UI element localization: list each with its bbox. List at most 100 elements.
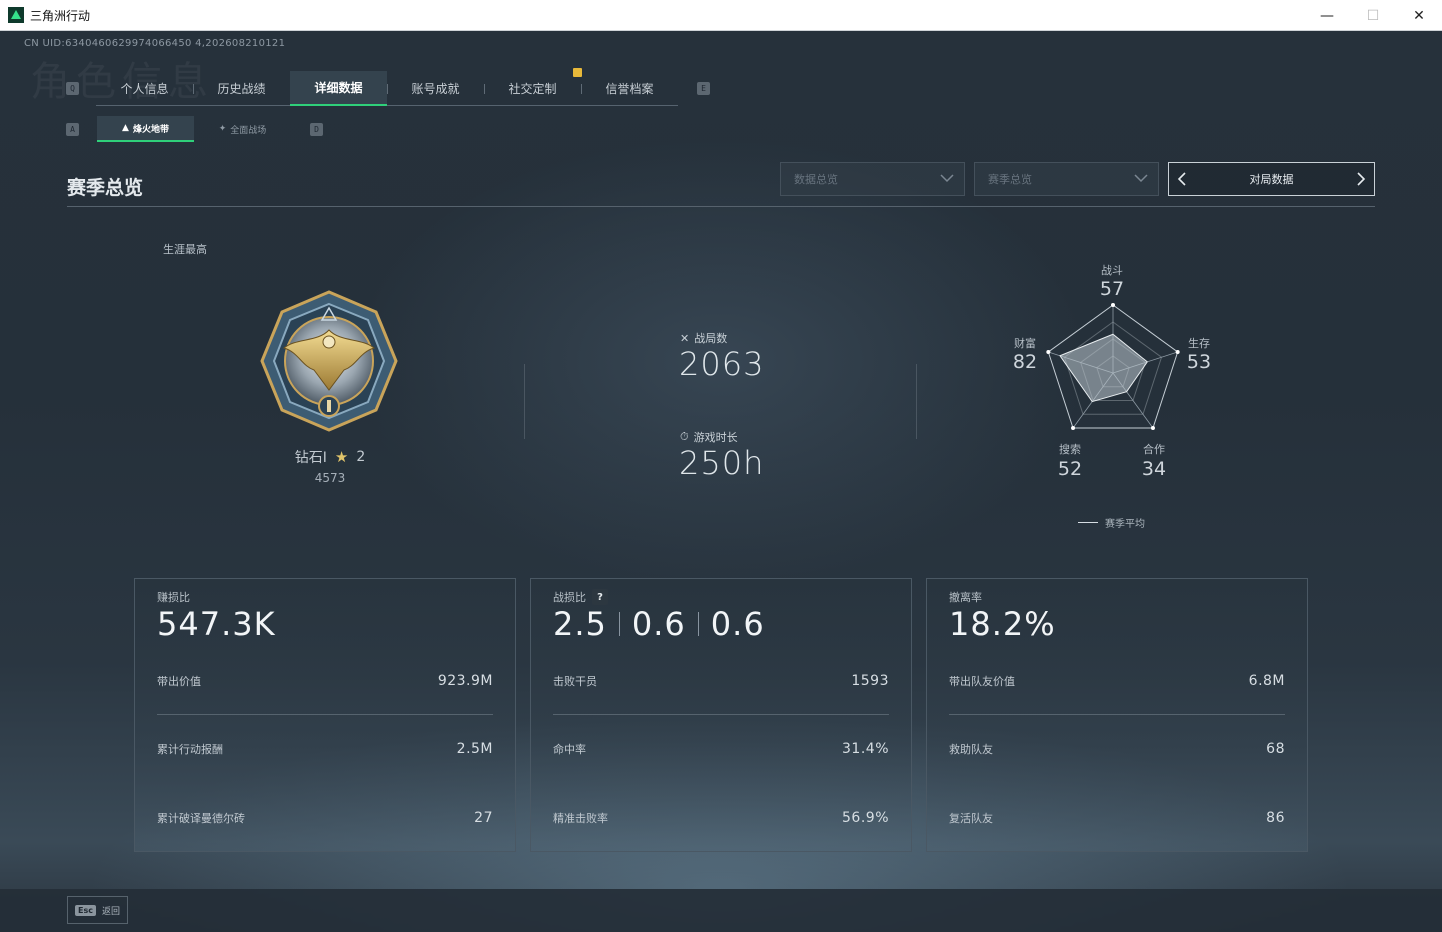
card-title: 战损比 bbox=[553, 591, 586, 604]
card-main-value: 18.2% bbox=[949, 605, 1056, 643]
app-logo-icon bbox=[8, 7, 24, 23]
kd-tertiary: 0.6 bbox=[710, 605, 765, 643]
row-value: 86 bbox=[1266, 810, 1285, 826]
next-subtab-key-hint: D bbox=[310, 123, 323, 136]
game-view: 角色信息 CN UID:6340460629974066450 4,202608… bbox=[0, 31, 1442, 932]
card-row: 带出队友价值 6.8M bbox=[949, 671, 1285, 691]
row-value: 923.9M bbox=[437, 673, 493, 689]
dropdown-value: 赛季总览 bbox=[988, 173, 1032, 186]
row-value: 56.9% bbox=[842, 810, 889, 826]
card-row: 精准击败率 56.9% bbox=[553, 808, 889, 828]
row-label: 精准击败率 bbox=[553, 812, 608, 825]
tab-social[interactable]: 社交定制 bbox=[484, 71, 581, 106]
card-row: 复活队友 86 bbox=[949, 808, 1285, 828]
radar-vertex-dot bbox=[1111, 303, 1115, 307]
subtab-label: 烽火地带 bbox=[132, 124, 169, 135]
card-divider bbox=[157, 714, 493, 715]
row-value: 68 bbox=[1266, 741, 1285, 757]
chevron-right-icon[interactable] bbox=[1354, 172, 1368, 186]
ability-radar-chart bbox=[1046, 303, 1180, 431]
rank-badge-icon bbox=[260, 290, 398, 432]
minimize-button[interactable]: — bbox=[1304, 0, 1350, 31]
radar-value-polygon bbox=[1059, 333, 1148, 403]
stopwatch-icon: ⏱ bbox=[680, 430, 689, 443]
window-controls: — ☐ ✕ bbox=[1304, 0, 1442, 31]
row-label: 命中率 bbox=[553, 743, 586, 756]
matches-label: ✕ 战局数 bbox=[680, 330, 727, 346]
window-title: 三角洲行动 bbox=[30, 8, 91, 23]
chevron-left-icon[interactable] bbox=[1175, 172, 1189, 186]
card-main-value: 547.3K bbox=[157, 605, 276, 643]
subtab-label: 全面战场 bbox=[230, 125, 267, 136]
radar-vertex-dot bbox=[1071, 426, 1076, 431]
radar-value-search: 52 bbox=[1057, 458, 1083, 480]
tab-achievements[interactable]: 账号成就 bbox=[387, 71, 484, 106]
card-row: 击败干员 1593 bbox=[553, 671, 889, 691]
bottom-bar bbox=[0, 889, 1442, 932]
data-type-dropdown[interactable]: 数据总览 bbox=[780, 162, 965, 196]
radar-value-combat: 57 bbox=[1099, 278, 1125, 300]
value-separator bbox=[618, 612, 620, 636]
legend-label: 赛季平均 bbox=[1105, 519, 1145, 530]
card-row: 带出价值 923.9M bbox=[157, 671, 493, 691]
matches-label-text: 战局数 bbox=[694, 332, 728, 345]
rank-tier-name: 钻石I bbox=[294, 450, 327, 466]
esc-key-icon: Esc bbox=[75, 904, 96, 916]
row-label: 累计破译曼德尔砖 bbox=[157, 812, 245, 825]
fire-zone-icon: ▲ bbox=[122, 123, 129, 133]
row-value: 27 bbox=[474, 810, 493, 826]
row-value: 6.8M bbox=[1248, 673, 1285, 689]
main-tabs: 个人信息 历史战绩 详细数据 账号成就 社交定制 信誉档案 bbox=[96, 71, 678, 106]
card-row: 命中率 31.4% bbox=[553, 739, 889, 759]
radar-label-search: 搜索 bbox=[1059, 443, 1081, 456]
pager-label: 对局数据 bbox=[1249, 173, 1294, 186]
value-separator bbox=[697, 612, 699, 636]
row-label: 复活队友 bbox=[949, 812, 993, 825]
window-titlebar: 三角洲行动 — ☐ ✕ bbox=[0, 0, 1442, 31]
subtab-battlefield[interactable]: ✦ 全面战场 bbox=[194, 116, 291, 142]
radar-vertex-dot bbox=[1150, 426, 1155, 431]
tab-reputation[interactable]: 信誉档案 bbox=[581, 71, 678, 106]
rank-score: 4573 bbox=[314, 471, 346, 485]
matches-value: 2063 bbox=[679, 345, 765, 383]
section-divider bbox=[67, 206, 1375, 207]
playtime-label-text: 游戏时长 bbox=[693, 431, 738, 444]
sub-tabs: ▲ 烽火地带 ✦ 全面战场 bbox=[97, 116, 291, 142]
help-icon[interactable]: ? bbox=[592, 589, 608, 605]
row-value: 1593 bbox=[851, 673, 889, 689]
tab-history[interactable]: 历史战绩 bbox=[193, 71, 290, 106]
card-row: 救助队友 68 bbox=[949, 739, 1285, 759]
card-row: 累计行动报酬 2.5M bbox=[157, 739, 493, 759]
radar-label-cooperation: 合作 bbox=[1143, 443, 1165, 456]
chevron-down-icon bbox=[940, 174, 954, 183]
tab-personal-info[interactable]: 个人信息 bbox=[96, 71, 193, 106]
career-best-label: 生涯最高 bbox=[163, 243, 207, 256]
column-divider bbox=[916, 364, 917, 439]
card-title: 赚损比 bbox=[157, 591, 190, 604]
season-dropdown[interactable]: 赛季总览 bbox=[974, 162, 1159, 196]
radar-legend: 赛季平均 bbox=[1078, 515, 1145, 530]
match-data-pager: 对局数据 bbox=[1168, 162, 1375, 196]
crossed-swords-icon: ✕ bbox=[680, 331, 690, 345]
card-divider bbox=[553, 714, 889, 715]
card-main-value: 2.5 0.6 0.6 bbox=[553, 605, 765, 643]
subtab-fire-zone[interactable]: ▲ 烽火地带 bbox=[97, 116, 194, 142]
close-button[interactable]: ✕ bbox=[1396, 0, 1442, 31]
kd-secondary: 0.6 bbox=[631, 605, 686, 643]
rank-tier: 钻石I ★ 2 bbox=[260, 447, 400, 467]
playtime-value: 250h bbox=[679, 444, 765, 482]
radar-value-cooperation: 34 bbox=[1141, 458, 1167, 480]
tab-detailed-data[interactable]: 详细数据 bbox=[290, 71, 387, 106]
notification-badge bbox=[573, 68, 582, 77]
back-button[interactable]: Esc 返回 bbox=[67, 896, 128, 924]
row-label: 带出价值 bbox=[157, 675, 201, 688]
radar-value-survival: 53 bbox=[1186, 351, 1212, 373]
legend-swatch bbox=[1078, 522, 1098, 523]
radar-label-wealth: 财富 bbox=[1014, 337, 1036, 350]
row-label: 救助队友 bbox=[949, 743, 993, 756]
playtime-label: ⏱ 游戏时长 bbox=[680, 429, 738, 445]
player-uid: CN UID:6340460629974066450 4,20260821012… bbox=[24, 38, 286, 49]
row-label: 累计行动报酬 bbox=[157, 743, 223, 756]
maximize-button[interactable]: ☐ bbox=[1350, 0, 1396, 31]
kd-card: 战损比 ? 2.5 0.6 0.6 击败干员 1593 命中率 31.4% 精准… bbox=[530, 578, 912, 852]
